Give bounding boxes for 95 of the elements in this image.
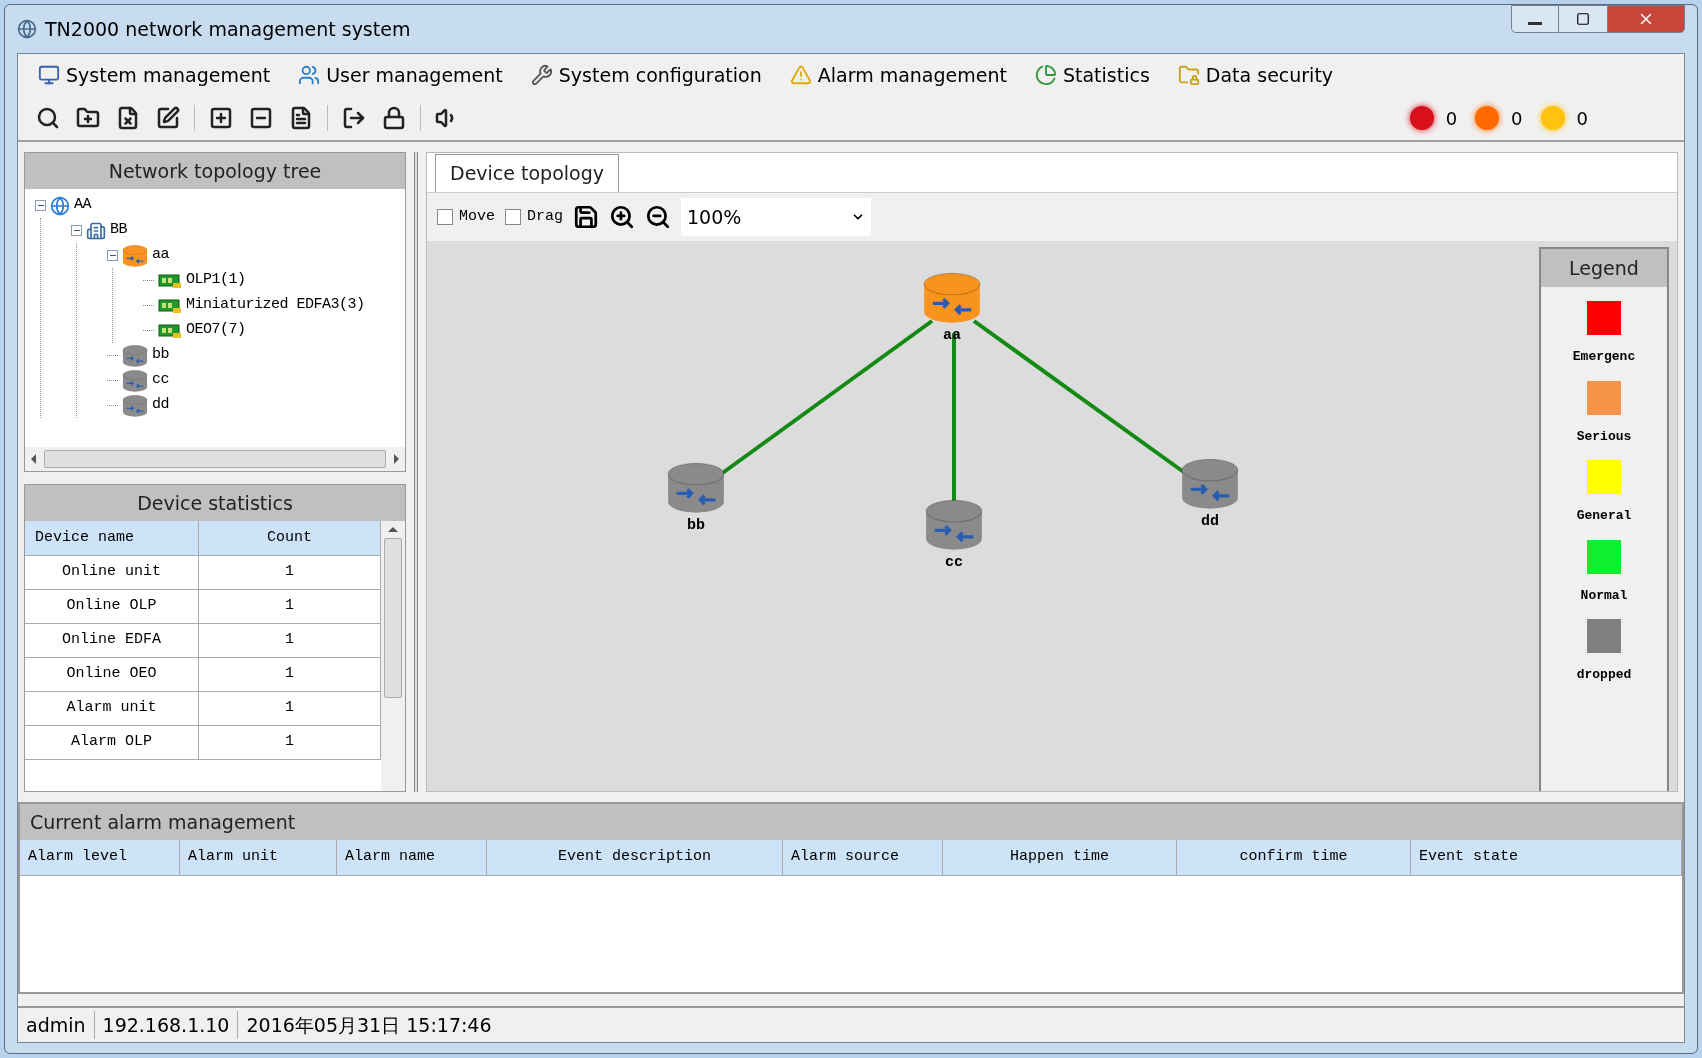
zoom-select[interactable]: 100% <box>681 198 872 236</box>
table-cell: Alarm unit <box>25 692 199 725</box>
status-text: 192.168.1.10 <box>93 1010 238 1040</box>
menu-item[interactable]: Alarm management <box>789 60 1007 90</box>
warning-icon <box>789 64 812 86</box>
node-label: aa <box>943 326 961 346</box>
remove-icon <box>249 106 273 130</box>
tree-item[interactable]: OLP1(1) <box>186 269 246 292</box>
table-cell: Online OLP <box>25 590 199 623</box>
tree-item[interactable]: aa <box>152 244 169 267</box>
device-icon <box>122 393 148 418</box>
column-header[interactable]: Happen time <box>943 840 1177 875</box>
collapse-toggle[interactable] <box>71 225 82 236</box>
window-title: TN2000 network management system <box>45 16 411 42</box>
device-node <box>666 461 726 515</box>
minimize-button[interactable] <box>1511 5 1559 33</box>
save-icon[interactable] <box>573 204 600 230</box>
add-icon <box>209 106 233 130</box>
node-label: cc <box>945 553 963 573</box>
folder-lock-icon <box>1177 64 1200 86</box>
minimize-icon <box>1528 21 1542 25</box>
device-node <box>924 498 984 552</box>
zoom-in-icon[interactable] <box>609 204 636 230</box>
alarm-count: 0 <box>1511 106 1523 131</box>
circuit-board-icon <box>158 297 182 314</box>
column-header[interactable]: Alarm unit <box>180 840 337 875</box>
alarm-count: 0 <box>1576 106 1588 131</box>
panel-header: Current alarm management <box>20 804 1682 840</box>
collapse-toggle[interactable] <box>107 250 118 261</box>
device-icon <box>122 343 148 368</box>
document-icon <box>289 106 313 130</box>
move-checkbox[interactable]: Move <box>437 205 495 229</box>
tree-item[interactable]: bb <box>152 344 169 367</box>
status-text: admin <box>25 1012 87 1038</box>
column-header[interactable]: confirm time <box>1177 840 1411 875</box>
monitor-icon <box>38 64 60 86</box>
column-header[interactable]: Alarm name <box>337 840 487 875</box>
collapse-toggle[interactable] <box>35 200 46 211</box>
search-icon <box>36 106 60 130</box>
table-cell: Online EDFA <box>25 624 199 657</box>
device-icon <box>122 368 148 393</box>
device-node <box>1180 457 1240 511</box>
circuit-board-icon <box>158 272 182 289</box>
device-icon <box>122 243 148 268</box>
node-label: bb <box>687 516 705 536</box>
legend-title: Legend <box>1541 249 1667 287</box>
legend-label: Normal <box>1580 586 1628 605</box>
folder-plus-icon <box>76 106 100 130</box>
node-label: dd <box>1201 512 1219 532</box>
device-node <box>922 271 982 325</box>
tree-item[interactable]: BB <box>110 219 127 242</box>
legend-label: General <box>1576 507 1632 525</box>
wrench-icon <box>530 64 553 86</box>
circuit-board-icon <box>158 322 182 339</box>
column-header[interactable]: Device name <box>25 521 199 555</box>
tree-item[interactable]: dd <box>152 394 169 417</box>
tree-item[interactable]: AA <box>74 194 91 217</box>
vertical-scrollbar[interactable] <box>381 521 405 791</box>
table-cell: Online unit <box>25 556 199 589</box>
legend-label: Emergenc <box>1572 348 1636 366</box>
menu-item[interactable]: Data security <box>1177 60 1334 90</box>
table-cell: Alarm OLP <box>25 726 199 759</box>
legend-label: dropped <box>1576 666 1632 684</box>
menu-item[interactable]: System management <box>38 60 271 90</box>
column-header[interactable]: Alarm level <box>20 840 180 875</box>
zoom-out-icon[interactable] <box>645 204 672 230</box>
table-cell: Online OEO <box>25 658 199 691</box>
alarm-count: 0 <box>1445 106 1458 131</box>
pie-chart-icon <box>1034 64 1057 86</box>
menu-item[interactable]: Statistics <box>1034 60 1150 90</box>
tree-item[interactable]: Miniaturized EDFA3(3) <box>186 294 365 317</box>
column-header[interactable]: Event state <box>1411 840 1682 875</box>
column-header[interactable]: Alarm source <box>783 840 943 875</box>
exit-icon <box>342 106 366 130</box>
drag-checkbox[interactable]: Drag <box>505 205 564 229</box>
maximize-button[interactable] <box>1559 5 1607 33</box>
legend-label: Serious <box>1576 427 1632 446</box>
users-icon <box>298 64 321 86</box>
lock-icon <box>382 106 406 130</box>
tab[interactable]: Device topology <box>435 154 619 192</box>
status-text: 2016年05月31日 15:17:46 <box>237 1010 500 1040</box>
file-x-icon <box>116 106 140 130</box>
edit-icon <box>156 106 180 130</box>
menu-item[interactable]: User management <box>298 60 503 90</box>
app-icon <box>17 19 37 39</box>
panel-header: Network topology tree <box>25 153 405 189</box>
globe-icon <box>50 195 70 216</box>
column-header[interactable]: Event description <box>487 840 783 875</box>
horizontal-scrollbar[interactable] <box>25 447 405 471</box>
menu-item[interactable]: System configuration <box>530 60 762 90</box>
panel-header: Device statistics <box>25 485 405 521</box>
building-icon <box>86 220 106 241</box>
maximize-icon <box>1576 12 1590 26</box>
tree-item[interactable]: cc <box>152 369 169 392</box>
tree-item[interactable]: OEO7(7) <box>186 319 246 342</box>
